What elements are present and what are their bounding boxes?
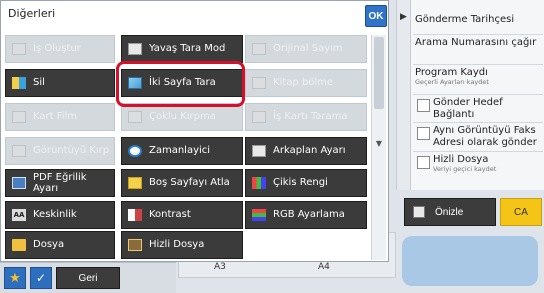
job-build-icon [12,43,26,55]
star-icon: ★ [9,270,21,285]
function-contrast[interactable]: Kontrast [121,201,243,229]
start-button[interactable] [402,236,538,286]
rgb-adjust-icon [252,209,266,221]
function-output-color[interactable]: Çikis Rengi [245,169,367,197]
selection-highlight [116,61,245,107]
function-job-build[interactable]: İş Oluştur [5,35,115,63]
ok-button[interactable]: OK [365,5,387,27]
scrollbar[interactable]: ▼ [371,35,386,260]
action-panel: ▶ Gönderme Tarihçesi Arama Numarasını ça… [396,0,544,190]
function-background-adjust[interactable]: Arkaplan Ayarı [245,137,367,165]
blank-page-skip-icon [128,177,142,189]
divider [413,34,543,35]
contrast-icon [128,209,142,221]
clock-icon [128,145,142,157]
bottom-bar: ★ ✓ Geri [0,262,176,293]
quick-file-icon [128,239,142,251]
preview-button[interactable]: Önizle [404,198,496,226]
function-timer[interactable]: Zamanlayici [121,137,243,165]
erase-icon [12,77,26,89]
back-button[interactable]: Geri [56,267,120,289]
panel-item-program-register[interactable]: Program Kaydı Geçerli Ayarları kaydet [415,67,541,87]
panel-item-quick-file[interactable]: Hizli Dosya Veriyi geçici kaydet [415,154,541,174]
divider [413,64,543,65]
panel-item-recall-number[interactable]: Arama Numarasını çağır [415,37,541,49]
function-card-shot[interactable]: Kart Film [5,103,115,131]
favorite-button[interactable]: ★ [4,267,26,289]
background-icon [252,145,266,157]
function-multi-crop[interactable]: Çoklu Kırpma [121,103,243,131]
sharpness-icon: AA [12,209,26,221]
function-rgb-adjust[interactable]: RGB Ayarlama [245,201,367,229]
panel-item-send-link[interactable]: Gönder Hedef Bağlantı [415,97,541,121]
expand-arrow-icon: ▶ [400,12,407,22]
panel-item-fax-same-image[interactable]: Aynı Görüntüyü Faks Adresi olarak gönder [415,125,541,149]
function-pdf-skew[interactable]: PDF Eğrilik Ayarı [5,169,115,197]
folder-icon [12,239,26,251]
scroll-thumb[interactable] [374,37,384,109]
function-image-crop[interactable]: Görüntüyü Kırp [5,137,115,165]
output-color-icon [252,177,266,189]
paper-size-a4: A4 [318,262,330,272]
function-original-count[interactable]: Orijinal Sayım [245,35,367,63]
checkmark-icon: ✓ [35,271,47,285]
function-business-card-scan[interactable]: İş Kartı Tarama [245,103,367,131]
function-book-divide[interactable]: Kitap bölme [245,69,367,97]
function-file[interactable]: Dosya [5,231,115,259]
slow-scan-icon [128,43,142,55]
scroll-down-icon[interactable]: ▼ [374,139,384,149]
multi-crop-icon [128,111,142,123]
check-button[interactable]: ✓ [30,267,52,289]
card-shot-icon [12,111,26,123]
original-count-icon [252,43,266,55]
ca-button[interactable]: CA [500,198,542,226]
function-blank-page-skip[interactable]: Boş Sayfayı Atla [121,169,243,197]
business-card-icon [252,111,266,123]
panel-item-send-history[interactable]: Gönderme Tarihçesi [415,14,541,26]
divider [413,151,543,152]
panel-toggle[interactable]: ▶ [397,0,411,190]
preview-icon [413,206,425,218]
function-erase[interactable]: Sil [5,69,115,97]
function-quick-file[interactable]: Hizli Dosya [121,231,243,259]
book-divide-icon [252,77,266,89]
image-crop-icon [12,145,26,157]
function-sharpness[interactable]: AA Keskinlik [5,201,115,229]
paper-size-a3: A3 [214,262,226,272]
divider [413,122,543,123]
function-slow-scan[interactable]: Yavaş Tara Mod [121,35,243,63]
divider [413,94,543,95]
others-dialog: Diğerleri OK İş Oluştur Yavaş Tara Mod O… [0,0,389,262]
pdf-skew-icon [12,177,26,189]
dialog-title: Diğerleri [8,7,56,20]
